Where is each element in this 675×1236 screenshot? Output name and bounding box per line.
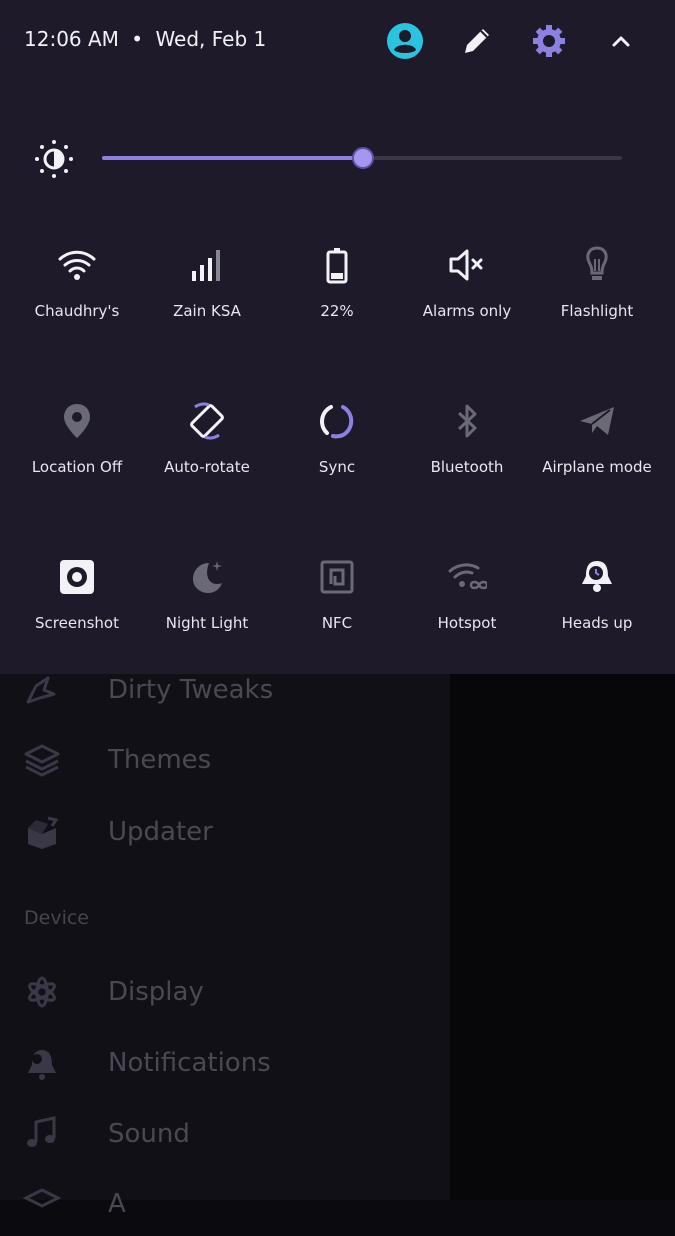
tile-wifi[interactable]: Chaudhry's xyxy=(12,245,142,355)
drawer-item-label: Updater xyxy=(108,817,213,847)
tile-label: NFC xyxy=(321,614,353,632)
wifi-icon xyxy=(58,250,96,280)
dirty-tweaks-icon xyxy=(26,676,56,704)
tile-label: Heads up xyxy=(561,614,633,632)
drawer-item-themes[interactable]: Themes xyxy=(0,728,450,792)
tile-label: Sync xyxy=(318,458,356,476)
location-pin-icon xyxy=(64,404,90,438)
screenshot-icon xyxy=(60,560,94,594)
status-separator: • xyxy=(131,27,144,51)
tile-night-light[interactable]: Night Light xyxy=(142,557,272,667)
sync-icon xyxy=(320,405,354,439)
gear-icon[interactable] xyxy=(528,20,570,62)
drawer-item-updater[interactable]: Updater xyxy=(0,800,450,864)
tile-label: Auto-rotate xyxy=(164,458,250,476)
nfc-icon xyxy=(320,560,354,594)
cellular-signal-icon xyxy=(192,250,220,281)
tile-airplane[interactable]: Airplane mode xyxy=(532,401,662,511)
section-header-device: Device xyxy=(24,907,89,929)
tile-flashlight[interactable]: Flashlight xyxy=(532,245,662,355)
brightness-slider-thumb[interactable] xyxy=(352,147,374,169)
tile-label: Flashlight xyxy=(560,302,634,320)
tile-label: Night Light xyxy=(165,614,249,632)
display-flower-icon xyxy=(28,976,56,1008)
tile-sound-mode[interactable]: Alarms only xyxy=(402,245,532,355)
drawer-item-label: Notifications xyxy=(108,1048,271,1078)
drawer-item-notifications[interactable]: Notifications xyxy=(0,1031,450,1095)
quick-settings-panel: 12:06 AM • Wed, Feb 1 Chaudhry's Zain KS… xyxy=(0,0,675,674)
tile-screenshot[interactable]: Screenshot xyxy=(12,557,142,667)
tile-auto-rotate[interactable]: Auto-rotate xyxy=(142,401,272,511)
tile-label: Airplane mode xyxy=(542,458,652,476)
drawer-item-label: Dirty Tweaks xyxy=(108,675,274,705)
tile-cellular[interactable]: Zain KSA xyxy=(142,245,272,355)
drawer-item-display[interactable]: Display xyxy=(0,960,450,1024)
layers-icon xyxy=(22,1188,62,1208)
auto-rotate-icon xyxy=(190,402,224,440)
drawer-item-label: Display xyxy=(108,977,204,1007)
tile-label: Zain KSA xyxy=(173,302,241,320)
tile-label: Bluetooth xyxy=(430,458,504,476)
tile-sync[interactable]: Sync xyxy=(272,401,402,511)
layers-icon xyxy=(24,744,60,777)
drawer-item-sound[interactable]: Sound xyxy=(0,1102,450,1166)
package-icon xyxy=(28,816,59,849)
drawer-item-partial[interactable]: A xyxy=(0,1172,450,1236)
tile-label: Chaudhry's xyxy=(34,302,120,320)
status-datetime: 12:06 AM • Wed, Feb 1 xyxy=(24,24,266,54)
user-avatar-icon[interactable] xyxy=(384,20,426,62)
tile-label: Alarms only xyxy=(422,302,512,320)
tile-heads-up[interactable]: Heads up xyxy=(532,557,662,667)
drawer-item-label: A xyxy=(108,1189,126,1219)
tile-nfc[interactable]: NFC xyxy=(272,557,402,667)
bluetooth-icon xyxy=(457,404,477,438)
battery-icon xyxy=(326,248,348,284)
hotspot-icon xyxy=(448,563,487,590)
tile-label: Location Off xyxy=(31,458,123,476)
heads-up-bell-icon xyxy=(582,561,612,592)
tile-label: Screenshot xyxy=(35,614,119,632)
tile-hotspot[interactable]: Hotspot xyxy=(402,557,532,667)
brightness-slider[interactable] xyxy=(102,147,622,169)
status-date: Wed, Feb 1 xyxy=(155,27,267,51)
tile-bluetooth[interactable]: Bluetooth xyxy=(402,401,532,511)
status-time: 12:06 AM xyxy=(24,27,119,51)
tile-label: 22% xyxy=(320,302,354,320)
night-light-moon-icon xyxy=(193,561,222,593)
lightbulb-icon xyxy=(586,246,608,280)
volume-muted-icon xyxy=(449,249,483,281)
music-note-icon xyxy=(27,1116,56,1147)
drawer-item-label: Themes xyxy=(108,745,212,775)
airplane-icon xyxy=(580,407,614,435)
tile-label: Hotspot xyxy=(437,614,497,632)
drawer-item-label: Sound xyxy=(108,1119,190,1149)
chevron-up-icon[interactable] xyxy=(600,20,642,62)
brightness-slider-fill xyxy=(102,156,362,160)
brightness-icon xyxy=(35,140,73,178)
notification-bell-icon xyxy=(28,1050,56,1080)
tile-location[interactable]: Location Off xyxy=(12,401,142,511)
pencil-icon[interactable] xyxy=(456,20,498,62)
tile-battery[interactable]: 22% xyxy=(272,245,402,355)
